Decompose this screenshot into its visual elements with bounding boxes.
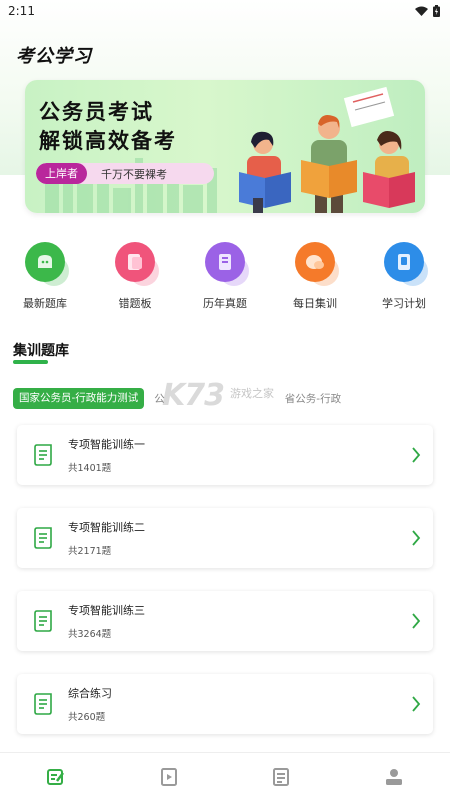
exercise-card[interactable]: 专项智能训练一 共1401题 [17, 425, 433, 485]
status-bar: 2:11 [0, 0, 450, 22]
card-count: 共260题 [68, 712, 106, 723]
scroll-icon [34, 693, 52, 715]
practice-icon [47, 768, 65, 785]
watermark-subtitle: 游戏之家 [230, 387, 274, 400]
card-title: 综合练习 [68, 687, 112, 700]
status-time: 2:11 [8, 4, 35, 18]
paper-illustration [343, 86, 395, 128]
bubble-icon [295, 242, 339, 286]
promo-banner[interactable]: 公务员考试 解锁高效备考 上岸者 千万不要裸考 [25, 80, 425, 213]
chevron-right-icon [412, 613, 421, 629]
quick-menu-label: 最新题库 [23, 297, 67, 310]
app-title: 考公学习 [16, 46, 92, 67]
section-title-underline [13, 360, 48, 364]
scroll-icon [34, 527, 52, 549]
quick-menu-item-study-plan[interactable]: 学习计划 [364, 240, 444, 311]
nav-profile[interactable] [338, 753, 450, 800]
quick-menu-item-wrong-questions[interactable]: 错题板 [95, 240, 175, 311]
quick-menu-label: 每日集训 [293, 297, 337, 310]
planner-icon [384, 242, 428, 286]
chevron-right-icon [412, 696, 421, 712]
nav-practice[interactable] [0, 753, 113, 800]
scroll-icon [34, 444, 52, 466]
banner-tag: 上岸者 千万不要裸考 [36, 163, 214, 184]
quick-menu-label: 历年真题 [203, 297, 247, 310]
section-title: 集训题库 [13, 343, 69, 359]
card-count: 共3264题 [68, 629, 112, 640]
exercise-card[interactable]: 专项智能训练三 共3264题 [17, 591, 433, 651]
battery-icon [433, 5, 440, 17]
note-icon [115, 242, 159, 286]
quick-menu-label: 错题板 [118, 297, 152, 310]
banner-tag-primary: 上岸者 [36, 163, 87, 184]
banner-line-1: 公务员考试 [39, 100, 154, 124]
tab-provincial[interactable]: 省公务-行政 [285, 391, 341, 406]
exercise-card[interactable]: 综合练习 共260题 [17, 674, 433, 734]
quick-menu-label: 学习计划 [382, 297, 426, 310]
profile-icon [385, 768, 402, 785]
scroll-icon [34, 610, 52, 632]
card-title: 专项智能训练三 [68, 604, 145, 617]
nav-articles[interactable] [225, 753, 338, 800]
chat-icon [25, 242, 69, 286]
banner-line-2: 解锁高效备考 [39, 129, 177, 153]
card-title: 专项智能训练二 [68, 521, 145, 534]
chevron-right-icon [412, 447, 421, 463]
card-count: 共2171题 [68, 546, 112, 557]
nav-video[interactable] [113, 753, 226, 800]
watermark-logo: K73 [162, 378, 225, 413]
document-icon [205, 242, 249, 286]
quick-menu-item-daily-training[interactable]: 每日集训 [275, 240, 355, 311]
video-icon [160, 767, 177, 786]
students-reading-illustration [239, 86, 415, 213]
tab-national-civil-servant[interactable]: 国家公务员-行政能力测试 [13, 388, 145, 409]
wifi-icon [415, 6, 428, 16]
bottom-nav [0, 752, 450, 800]
article-icon [273, 767, 290, 786]
banner-headline: 公务员考试 解锁高效备考 [39, 98, 177, 156]
chevron-right-icon [412, 530, 421, 546]
exercise-card[interactable]: 专项智能训练二 共2171题 [17, 508, 433, 568]
quick-menu-item-latest-bank[interactable]: 最新题库 [5, 240, 85, 311]
quick-menu: 最新题库 错题板 历年真题 每日集训 学习计划 [0, 240, 450, 315]
card-title: 专项智能训练一 [68, 438, 145, 451]
card-count: 共1401题 [68, 463, 112, 474]
quick-menu-item-past-exams[interactable]: 历年真题 [185, 240, 265, 311]
banner-tag-secondary: 千万不要裸考 [101, 167, 167, 181]
